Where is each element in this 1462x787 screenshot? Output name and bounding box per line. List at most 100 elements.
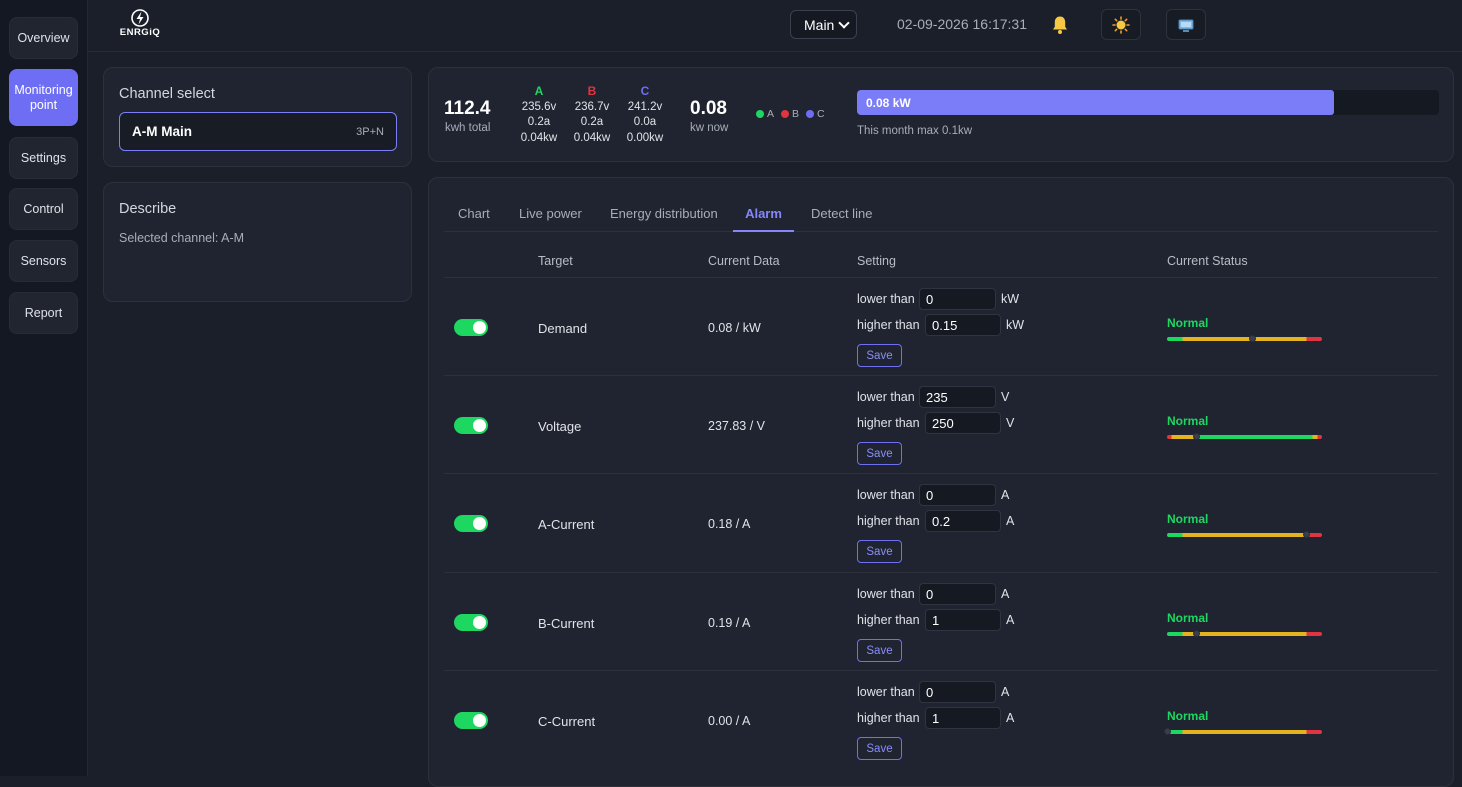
- phase-legend: A B C: [756, 108, 825, 120]
- alarm-toggle[interactable]: [454, 417, 488, 434]
- status-range-bar: [1167, 433, 1322, 440]
- lower-threshold-input[interactable]: 235: [919, 386, 996, 408]
- higher-unit: A: [1006, 514, 1015, 528]
- lower-unit: V: [1001, 390, 1010, 404]
- alarm-toggle[interactable]: [454, 515, 488, 532]
- nav-control[interactable]: Control: [9, 188, 78, 230]
- alarm-row: Voltage 237.83 / V lower than 235 Vhigher th…: [444, 375, 1438, 473]
- toggle-knob: [473, 321, 486, 334]
- nav-monitoring-point[interactable]: Monitoring point: [9, 69, 78, 126]
- higher-unit: A: [1006, 613, 1015, 627]
- tab-energy-distribution[interactable]: Energy distribution: [610, 200, 718, 232]
- lower-threshold-input[interactable]: 0: [919, 484, 996, 506]
- status-range-bar: [1167, 630, 1322, 637]
- month-max-text: This month max 0.1kw: [857, 125, 973, 137]
- lower-threshold-input[interactable]: 0: [919, 681, 996, 703]
- phase-a-label: A: [534, 84, 544, 98]
- higher-unit: V: [1006, 416, 1015, 430]
- channel-name: A-M Main: [132, 124, 192, 139]
- status-range-bar: [1167, 335, 1322, 342]
- lower-unit: kW: [1001, 292, 1020, 306]
- nav-overview[interactable]: Overview: [9, 17, 78, 59]
- status-label: Normal: [1167, 414, 1209, 428]
- alarm-toggle[interactable]: [454, 319, 488, 336]
- header-target: Target: [538, 254, 573, 268]
- summary-card: 112.4 kwh total A 235.6v 0.2a 0.04kw B 2…: [428, 67, 1454, 162]
- header-current-data: Current Data: [708, 254, 780, 268]
- current-data: 0.19 / A: [708, 616, 751, 630]
- lower-threshold-input[interactable]: 0: [919, 288, 996, 310]
- phase-b-label: B: [587, 84, 597, 98]
- lower-threshold-input[interactable]: 0: [919, 583, 996, 605]
- toggle-knob: [473, 517, 486, 530]
- phase-c-current: 0.0a: [633, 116, 657, 128]
- current-data: 0.18 / A: [708, 517, 751, 531]
- higher-threshold-input[interactable]: 1: [925, 609, 1001, 631]
- tab-alarm[interactable]: Alarm: [733, 200, 794, 232]
- alarm-toggle[interactable]: [454, 614, 488, 631]
- nav-report[interactable]: Report: [9, 292, 78, 334]
- alarm-row: Demand 0.08 / kW lower than 0 kW higher than 0…: [444, 277, 1438, 375]
- describe-text: Selected channel: A-M: [119, 231, 245, 245]
- alarm-toggle[interactable]: [454, 712, 488, 729]
- alarm-row: B-Current 0.19 / A lower than 0 Ahigher than…: [444, 572, 1438, 670]
- higher-threshold-input[interactable]: 250: [925, 412, 1001, 434]
- alarm-card: Chart Live power Energy distribution Ala…: [428, 177, 1454, 787]
- phase-a-voltage: 235.6v: [521, 100, 557, 113]
- phase-c-label: C: [640, 84, 650, 98]
- save-button[interactable]: Save: [857, 540, 902, 563]
- higher-threshold-input[interactable]: 1: [925, 707, 1001, 729]
- tab-chart[interactable]: Chart: [458, 200, 490, 232]
- describe-title: Describe: [119, 201, 177, 217]
- channel-select-title: Channel select: [119, 86, 215, 102]
- lower-than-label: lower than: [857, 390, 915, 404]
- nav-settings[interactable]: Settings: [9, 137, 78, 179]
- top-bar: ENRGiQ Main 02-09-2026 16:17:31: [88, 0, 1462, 52]
- status-marker: [1192, 630, 1200, 637]
- status-label: Normal: [1167, 316, 1209, 330]
- lower-than-label: lower than: [857, 685, 915, 699]
- lower-than-label: lower than: [857, 292, 915, 306]
- describe-card: Describe Selected channel: A-M: [103, 182, 412, 302]
- phase-b-current: 0.2a: [580, 116, 604, 128]
- status-label: Normal: [1167, 512, 1209, 526]
- toggle-knob: [473, 714, 486, 727]
- logo[interactable]: ENRGiQ: [112, 8, 168, 40]
- phase-a-current: 0.2a: [527, 116, 551, 128]
- legend-label-a: A: [767, 108, 775, 120]
- channel-select-card: Channel select A-M Main 3P+N: [103, 67, 412, 167]
- lower-than-label: lower than: [857, 488, 915, 502]
- target-label: B-Current: [538, 616, 595, 631]
- monitor-icon: [1178, 19, 1194, 32]
- sun-icon: [1112, 15, 1130, 34]
- higher-threshold-input[interactable]: 0.2: [925, 510, 1001, 532]
- site-select[interactable]: Main: [790, 10, 857, 39]
- lower-unit: A: [1001, 587, 1010, 601]
- chevron-down-icon: [838, 17, 850, 29]
- tab-live-power[interactable]: Live power: [519, 200, 582, 232]
- status-marker: [1163, 728, 1171, 735]
- target-label: C-Current: [538, 714, 596, 729]
- logo-text: ENRGiQ: [119, 27, 161, 38]
- status-marker: [1192, 433, 1200, 440]
- save-button[interactable]: Save: [857, 737, 902, 760]
- display-button[interactable]: [1166, 9, 1206, 40]
- alarm-row: A-Current 0.18 / A lower than 0 Ahigher than…: [444, 473, 1438, 571]
- higher-unit: A: [1006, 711, 1015, 725]
- status-label: Normal: [1167, 709, 1209, 723]
- current-data: 0.08 / kW: [708, 321, 761, 335]
- channel-select-input[interactable]: A-M Main 3P+N: [119, 112, 397, 151]
- phase-c: C 241.2v 0.0a 0.00kw: [620, 84, 670, 146]
- site-select-value: Main: [804, 16, 835, 33]
- tab-bar: Chart Live power Energy distribution Ala…: [444, 200, 1438, 232]
- higher-threshold-input[interactable]: 0.15: [925, 314, 1001, 336]
- save-button[interactable]: Save: [857, 442, 902, 465]
- bell-icon[interactable]: [1051, 15, 1069, 35]
- theme-toggle-button[interactable]: [1101, 9, 1141, 40]
- current-data: 0.00 / A: [708, 714, 751, 728]
- nav-sensors[interactable]: Sensors: [9, 240, 78, 282]
- power-progress-bar: 0.08 kW: [857, 90, 1439, 115]
- save-button[interactable]: Save: [857, 344, 902, 367]
- tab-detect-line[interactable]: Detect line: [811, 200, 872, 232]
- save-button[interactable]: Save: [857, 639, 902, 662]
